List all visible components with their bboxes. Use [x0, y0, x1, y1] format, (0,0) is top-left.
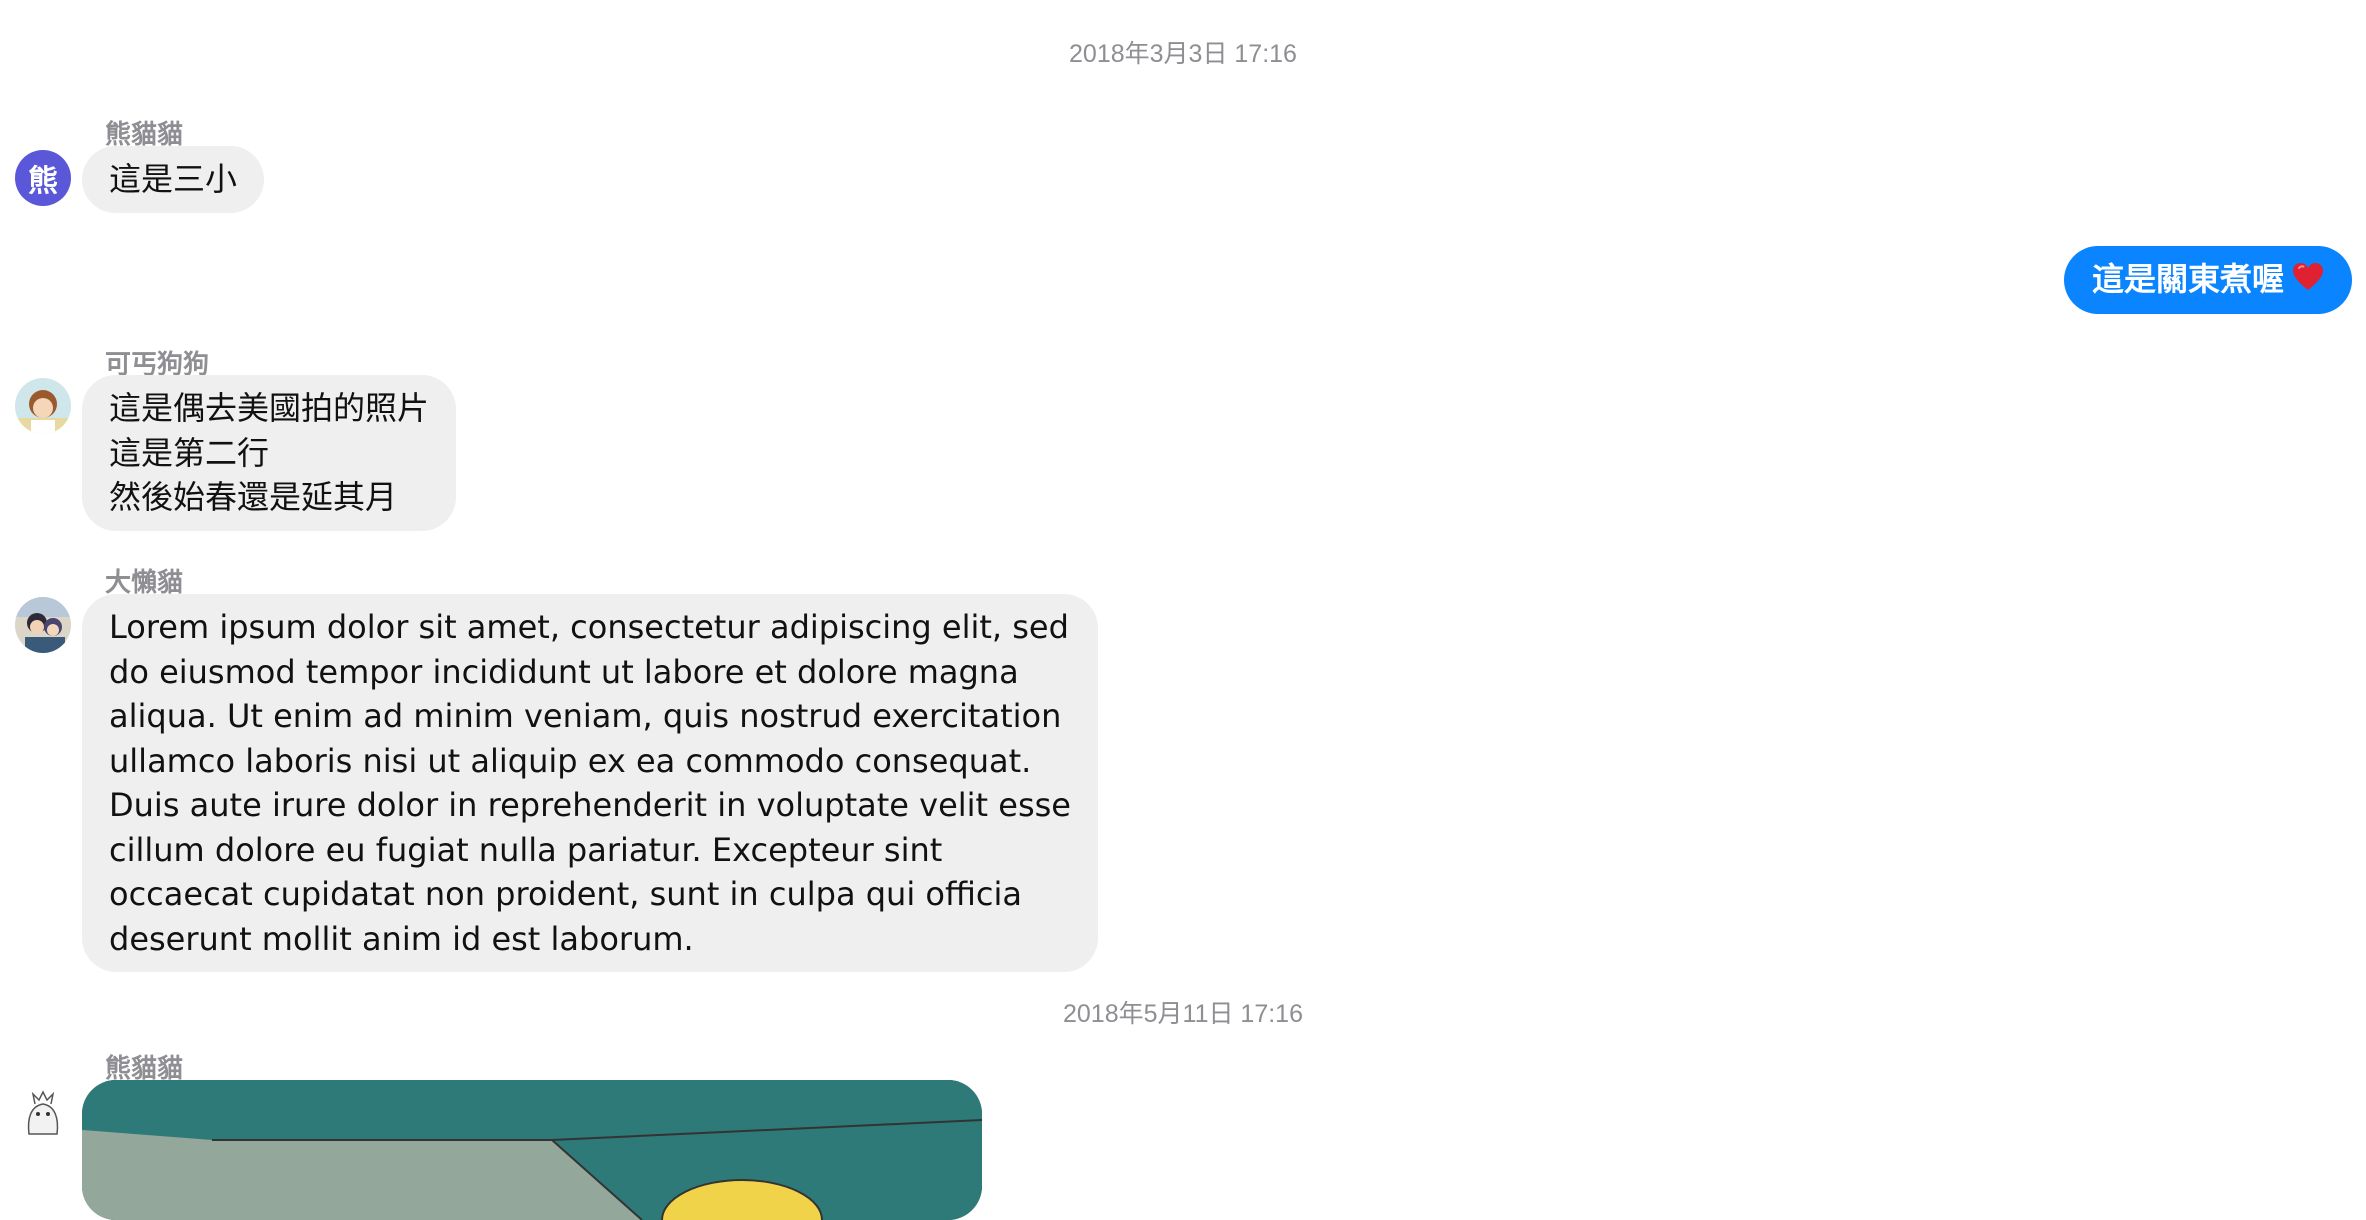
avatar[interactable]	[15, 597, 71, 653]
message-text: 這是三小	[109, 160, 238, 198]
incoming-message-bubble[interactable]: 這是三小	[82, 146, 265, 213]
timestamp: 2018年3月3日 17:16	[1069, 40, 1297, 68]
image-attachment[interactable]	[82, 1080, 982, 1220]
avatar[interactable]	[15, 1084, 71, 1140]
avatar[interactable]: 熊	[15, 150, 71, 206]
message-line: do eiusmod tempor incididunt ut labore e…	[109, 652, 1019, 691]
incoming-message-bubble[interactable]: Lorem ipsum dolor sit amet, consectetur …	[82, 594, 1098, 972]
message-line: 然後始春還是延其月	[109, 478, 398, 516]
timestamp: 2018年5月11日 17:16	[1063, 1000, 1303, 1028]
avatar[interactable]	[15, 378, 71, 434]
message-line: Lorem ipsum dolor sit amet, consectetur …	[109, 608, 1069, 646]
message-line: ullamco laboris nisi ut aliquip ex ea co…	[109, 741, 1032, 780]
heart-icon	[2292, 259, 2324, 304]
message-line: occaecat cupidatat non proident, sunt in…	[109, 875, 1022, 913]
message-line: 這是偶去美國拍的照片	[109, 389, 430, 427]
incoming-message-bubble[interactable]: 這是偶去美國拍的照片 這是第二行 然後始春還是延其月	[82, 375, 457, 531]
message-line: deserunt mollit anim id est laborum.	[109, 919, 694, 958]
outgoing-message-bubble[interactable]: 這是關東煮喔	[2063, 246, 2352, 315]
message-line: 這是第二行	[109, 433, 270, 472]
message-text: 這是關東煮喔	[2091, 260, 2284, 298]
message-line: cillum dolore eu fugiat nulla pariatur. …	[109, 830, 943, 869]
message-line: Duis aute irure dolor in reprehenderit i…	[109, 786, 1071, 824]
message-line: aliqua. Ut enim ad minim veniam, quis no…	[109, 697, 1062, 735]
